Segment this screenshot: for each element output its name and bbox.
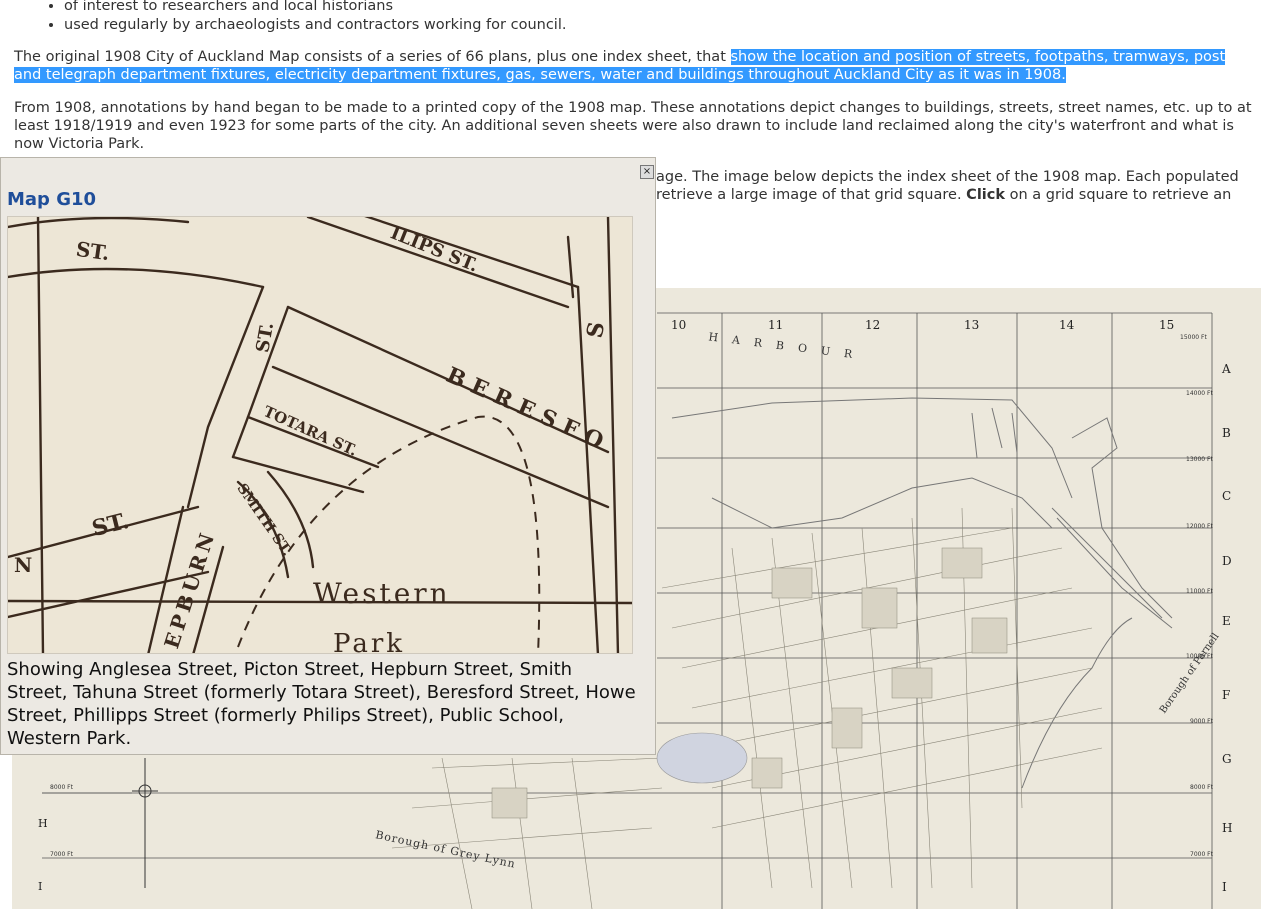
grid-column-label: 13 <box>964 318 980 332</box>
popup-caption: Showing Anglesea Street, Picton Street, … <box>7 659 636 749</box>
instructions-paragraph: age. The image below depicts the index s… <box>656 168 1256 204</box>
instructions-text: on a grid square to retrieve an <box>1005 187 1232 203</box>
grid-row-label: C <box>1222 489 1232 503</box>
grid-column-label: 11 <box>768 318 784 332</box>
grid-row-label: I <box>1222 880 1227 894</box>
instructions-line: age. The image below depicts the index s… <box>656 169 1239 185</box>
ft-scale-label: 12000 Ft <box>1186 523 1213 530</box>
ft-scale-label: 7000 Ft <box>50 851 73 858</box>
park-label: Park <box>333 629 406 654</box>
list-item: of interest to researchers and local his… <box>64 0 566 16</box>
map-popup: × Map G10 ST. ILIPS ST. BERESFO TOTARA S… <box>0 157 656 755</box>
ft-scale-label: 11000 Ft <box>1186 588 1213 595</box>
street-label: N <box>14 553 33 577</box>
grid-column-label: 12 <box>865 318 881 332</box>
list-item: used regularly by archaeologists and con… <box>64 16 566 35</box>
grid-row-label: G <box>1222 752 1232 766</box>
popup-title: Map G10 <box>7 189 97 210</box>
intro-text: The original 1908 City of Auckland Map c… <box>14 49 731 65</box>
street-label: ST. <box>74 236 112 266</box>
intro-paragraph: The original 1908 City of Auckland Map c… <box>14 48 1254 84</box>
grid-row-label: B <box>1222 426 1231 440</box>
annotations-paragraph: From 1908, annotations by hand began to … <box>14 100 1252 152</box>
map-g10-image: ST. ILIPS ST. BERESFO TOTARA ST. SMITH S… <box>7 216 633 654</box>
ft-scale-label: 14000 Ft <box>1186 390 1213 397</box>
click-emphasis: Click <box>966 187 1005 203</box>
grid-column-label: 15 <box>1159 318 1175 332</box>
instructions-text: retrieve a large image of that grid squa… <box>656 187 967 203</box>
grid-row-label: D <box>1222 554 1232 568</box>
ft-scale-label: 9000 Ft <box>1190 718 1213 725</box>
feature-list: of interest to researchers and local his… <box>40 0 566 35</box>
park-label: Western <box>313 577 451 610</box>
close-icon[interactable]: × <box>640 165 654 179</box>
grid-row-label: A <box>1222 362 1231 376</box>
ft-scale-label: 7000 Ft <box>1190 851 1213 858</box>
grid-column-label: 10 <box>671 318 687 332</box>
grid-row-label: H <box>1222 821 1233 835</box>
grid-row-label: F <box>1222 688 1231 702</box>
ft-scale-label: 13000 Ft <box>1186 456 1213 463</box>
ft-scale-label: 15000 Ft <box>1180 334 1207 341</box>
grid-row-label-left: H <box>38 817 48 830</box>
ft-scale-label: 8000 Ft <box>1190 784 1213 791</box>
ft-scale-label: 8000 Ft <box>50 784 73 791</box>
instructions-line: retrieve a large image of that grid squa… <box>656 186 1256 204</box>
grid-row-label: E <box>1222 614 1231 628</box>
grid-row-label-left: I <box>38 880 43 893</box>
grid-column-label: 14 <box>1059 318 1075 332</box>
